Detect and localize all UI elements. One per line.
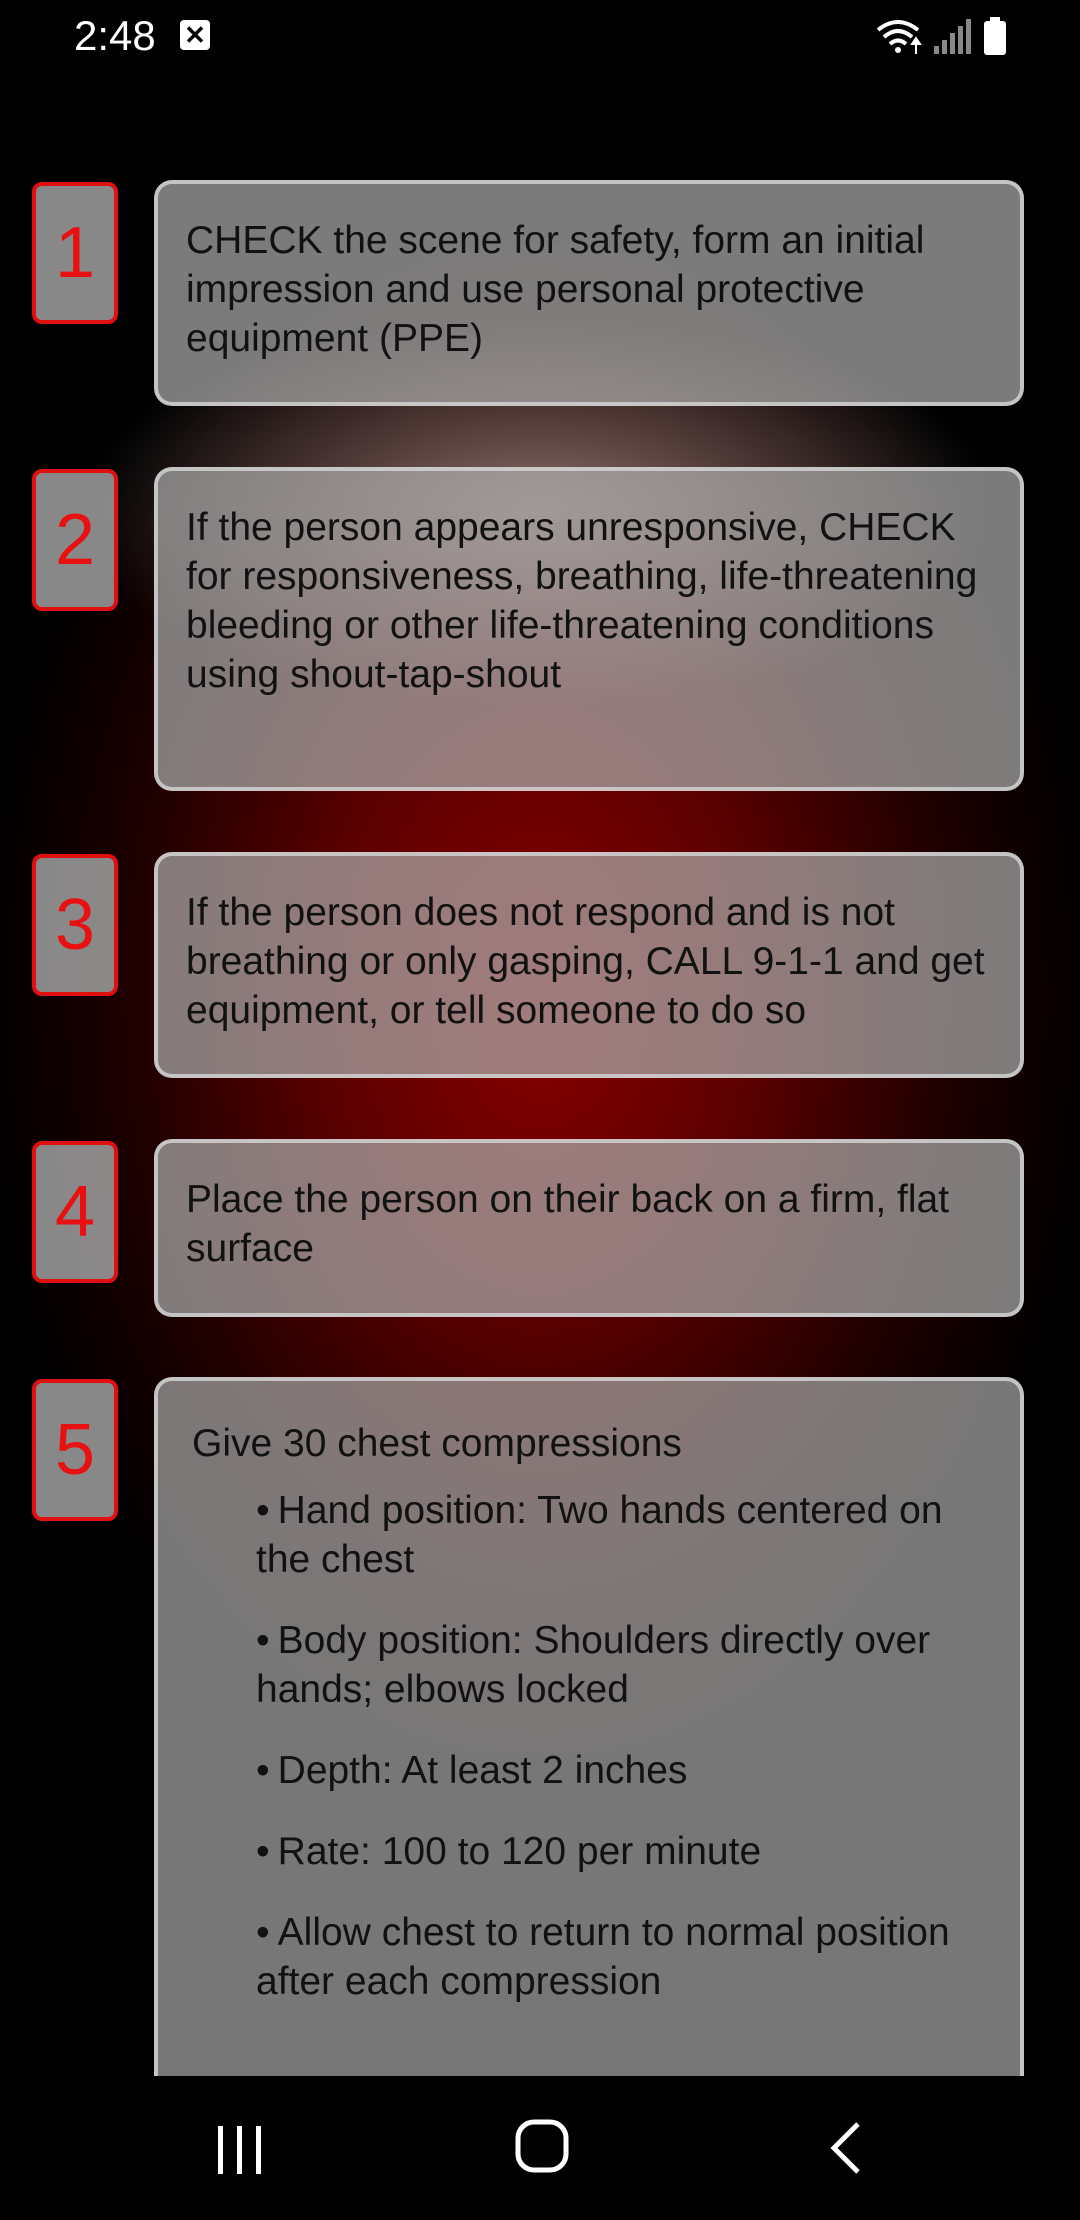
step-text-2: If the person appears unresponsive, CHEC…: [186, 506, 978, 696]
step-title-5: Give 30 chest compressions: [192, 1422, 682, 1465]
battery-icon: [984, 17, 1006, 55]
step-number-4: 4: [32, 1141, 118, 1283]
list-item: • Body position: Shoulders directly over …: [256, 1619, 931, 1711]
step-card-3: If the person does not respond and is no…: [154, 852, 1024, 1078]
list-item: • Hand position: Two hands centered on th…: [256, 1489, 943, 1581]
recent-apps-icon[interactable]: [214, 2124, 266, 2176]
signal-icon: [934, 19, 971, 54]
navigation-bar: [0, 2076, 1080, 2220]
step-text-4: Place the person on their back on a firm…: [186, 1178, 950, 1270]
back-icon[interactable]: [826, 2120, 866, 2176]
step-card-4: Place the person on their back on a firm…: [154, 1139, 1024, 1317]
list-item: • Rate: 100 to 120 per minute: [256, 1830, 762, 1873]
list-item: • Depth: At least 2 inches: [256, 1749, 688, 1792]
status-bar: 2:48 ✕: [0, 0, 1080, 72]
step-number-3: 3: [32, 854, 118, 996]
step-text-3: If the person does not respond and is no…: [186, 891, 985, 1032]
step-card-5: Give 30 chest compressions • Hand positio…: [154, 1377, 1024, 2097]
status-time: 2:48: [74, 12, 156, 59]
step-number-1: 1: [32, 182, 118, 324]
notification-close-icon: ✕: [180, 20, 210, 50]
list-item: • Allow chest to return to normal positio…: [256, 1911, 950, 2003]
compression-list: • Hand position: Two hands centered on th…: [186, 1486, 994, 2006]
step-number-5: 5: [32, 1379, 118, 1521]
step-text-1: CHECK the scene for safety, form an init…: [186, 219, 925, 360]
home-icon[interactable]: [514, 2118, 570, 2174]
step-number-2: 2: [32, 469, 118, 611]
step-card-2: If the person appears unresponsive, CHEC…: [154, 467, 1024, 791]
wifi-icon: [876, 20, 922, 54]
step-card-1: CHECK the scene for safety, form an init…: [154, 180, 1024, 406]
